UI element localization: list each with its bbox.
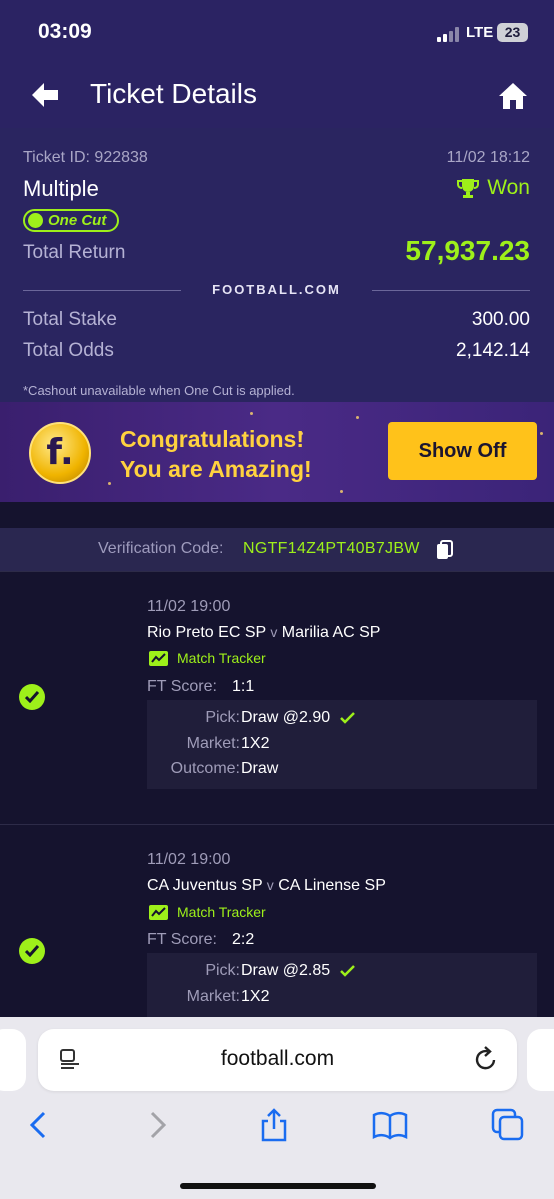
chart-icon [149, 650, 168, 666]
next-tab-preview[interactable] [527, 1029, 554, 1091]
versus-label: v [270, 624, 278, 640]
match-datetime: 11/02 19:00 [147, 598, 231, 615]
away-team: CA Linense SP [278, 877, 386, 894]
share-icon[interactable] [256, 1107, 292, 1143]
won-check-icon [19, 938, 45, 964]
match-tracker-label: Match Tracker [177, 650, 266, 666]
match-tracker-label: Match Tracker [177, 904, 266, 920]
home-indicator[interactable] [180, 1183, 376, 1189]
status-time: 03:09 [38, 20, 92, 43]
congrats-banner: f. Congratulations! You are Amazing! Sho… [0, 402, 554, 502]
ticket-status: Won [457, 176, 530, 200]
banner-heading: Congratulations! [120, 426, 304, 452]
app-header: Ticket Details [0, 66, 554, 128]
match-teams: Rio Preto EC SP v Marilia AC SP [147, 624, 380, 642]
battery-icon: 23 [497, 23, 528, 42]
forward-icon[interactable] [140, 1107, 176, 1143]
verification-code: NGTF14Z4PT40B7JBW [243, 540, 420, 557]
brand-divider: FOOTBALL.COM [23, 282, 530, 297]
market-value: 1X2 [241, 988, 270, 1005]
trophy-icon [457, 179, 480, 198]
score-label: FT Score: [147, 678, 217, 695]
brand-coin-icon: f. [29, 422, 91, 484]
won-check-icon [19, 684, 45, 710]
show-off-button[interactable]: Show Off [388, 422, 537, 480]
selection-item: 11/02 19:00 Rio Preto EC SP v Marilia AC… [0, 572, 554, 823]
pick-details: Pick: Draw @2.90 Market: 1X2 Outcome: Dr… [147, 700, 537, 789]
one-cut-icon [28, 213, 43, 228]
outcome-label: Outcome: [170, 760, 240, 777]
pick-label: Pick: [205, 962, 240, 979]
pick-details: Pick: Draw @2.85 Market: 1X2 [147, 953, 537, 1017]
total-odds-label: Total Odds [23, 340, 114, 361]
back-icon[interactable] [22, 1107, 58, 1143]
total-return-label: Total Return [23, 242, 126, 263]
ticket-type: Multiple [23, 176, 99, 201]
total-stake-label: Total Stake [23, 309, 117, 330]
market-label: Market: [186, 988, 240, 1005]
reload-icon[interactable] [474, 1046, 498, 1072]
versus-label: v [266, 877, 274, 893]
signal-icon [437, 26, 463, 42]
bookmarks-icon[interactable] [372, 1107, 408, 1143]
page-title: Ticket Details [90, 78, 258, 109]
network-label: LTE [466, 24, 494, 41]
score-value: 2:2 [232, 931, 255, 948]
ticket-datetime: 11/02 18:12 [446, 149, 530, 166]
home-team: CA Juventus SP [147, 877, 263, 894]
total-odds-value: 2,142.14 [456, 340, 530, 361]
pick-label: Pick: [205, 709, 240, 726]
score-value: 1:1 [232, 678, 255, 695]
selection-item: 11/02 19:00 CA Juventus SP v CA Linense … [0, 825, 554, 1017]
status-label: Won [487, 176, 530, 199]
previous-tab-preview[interactable] [0, 1029, 26, 1091]
score-label: FT Score: [147, 931, 217, 948]
pick-value: Draw @2.85 [241, 962, 331, 979]
copy-icon[interactable] [436, 540, 454, 560]
verification-label: Verification Code: [98, 540, 224, 557]
outcome-value: Draw [241, 760, 279, 777]
away-team: Marilia AC SP [281, 624, 381, 641]
total-stake-value: 300.00 [471, 309, 530, 330]
match-teams: CA Juventus SP v CA Linense SP [147, 877, 386, 895]
market-value: 1X2 [241, 735, 270, 752]
address-bar[interactable]: football.com [38, 1029, 517, 1091]
home-team: Rio Preto EC SP [147, 624, 266, 641]
url-text: football.com [220, 1047, 335, 1070]
status-bar: 03:09 LTE 23 [0, 0, 554, 66]
match-tracker-link[interactable]: Match Tracker [149, 904, 266, 920]
match-tracker-link[interactable]: Match Tracker [149, 650, 266, 666]
checkmark-icon [340, 712, 356, 724]
one-cut-label: One Cut [48, 212, 107, 229]
chart-icon [149, 904, 168, 920]
browser-toolbar: football.com [0, 1017, 554, 1199]
one-cut-badge: One Cut [23, 209, 119, 232]
market-label: Market: [186, 735, 240, 752]
checkmark-icon [340, 965, 356, 977]
verification-bar: Verification Code: NGTF14Z4PT40B7JBW [0, 528, 554, 571]
back-arrow-icon[interactable] [30, 80, 60, 110]
ticket-summary: Ticket ID: 922838 11/02 18:12 Multiple W… [0, 128, 554, 402]
cashout-note: *Cashout unavailable when One Cut is app… [23, 383, 295, 398]
match-datetime: 11/02 19:00 [147, 851, 231, 868]
total-return-value: 57,937.23 [405, 235, 530, 266]
pick-value: Draw @2.90 [241, 709, 331, 726]
home-icon[interactable] [498, 81, 528, 111]
banner-subheading: You are Amazing! [120, 456, 312, 482]
ticket-id: Ticket ID: 922838 [23, 149, 148, 166]
tabs-icon[interactable] [490, 1107, 526, 1143]
